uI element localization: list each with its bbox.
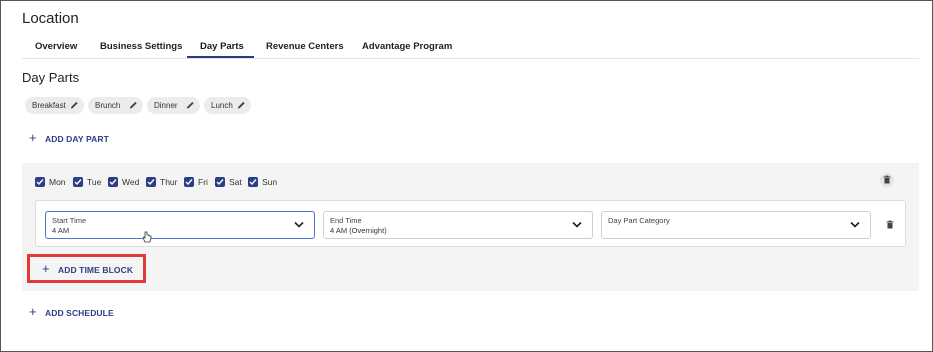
pencil-icon[interactable] [186,100,195,110]
day-label: Wed [122,177,140,187]
schedule-panel: Mon Tue Wed Thur Fri Sat Sun Start Time … [22,163,919,291]
day-label: Sat [229,177,242,187]
tab-advantage-program[interactable]: Advantage Program [362,41,452,52]
day-label: Fri [198,177,208,187]
checkbox-checked-icon[interactable] [146,177,156,187]
plus-icon: + [29,304,37,319]
tab-day-parts[interactable]: Day Parts [200,41,244,52]
chip-label: Dinner [154,101,178,110]
tab-bar: Overview Business Settings Day Parts Rev… [22,37,919,59]
day-label: Sun [262,177,278,187]
chip-dinner[interactable]: Dinner [147,97,200,114]
checkbox-checked-icon[interactable] [184,177,194,187]
day-part-category-select[interactable]: Day Part Category [601,211,871,239]
chip-brunch[interactable]: Brunch [88,97,143,114]
page-title: Location [22,10,79,27]
tab-overview[interactable]: Overview [35,41,77,52]
add-day-part-label: ADD DAY PART [45,134,109,144]
day-label: Tue [87,177,102,187]
pencil-icon[interactable] [70,100,79,110]
time-block: Start Time 4 AM End Time 4 AM (Overnight… [35,200,906,247]
start-time-value: 4 AM [52,226,70,235]
pencil-icon[interactable] [129,100,138,110]
add-schedule-label: ADD SCHEDULE [45,308,114,318]
chip-label: Breakfast [32,101,66,110]
end-time-label: End Time [330,216,362,225]
chip-lunch[interactable]: Lunch [204,97,251,114]
chip-breakfast[interactable]: Breakfast [25,97,84,114]
highlight-box [27,254,146,283]
delete-schedule-trash-icon[interactable] [880,173,894,187]
chevron-down-icon [294,221,304,228]
day-label: Thur [160,177,178,187]
plus-icon: + [29,130,37,145]
start-time-select[interactable]: Start Time 4 AM [45,211,315,239]
hand-cursor-icon [142,231,152,243]
day-part-category-label: Day Part Category [608,216,670,225]
tab-revenue-centers[interactable]: Revenue Centers [266,41,344,52]
end-time-value: 4 AM (Overnight) [330,226,387,235]
chevron-down-icon [850,221,860,228]
chip-label: Brunch [95,101,121,110]
end-time-select[interactable]: End Time 4 AM (Overnight) [323,211,593,239]
day-label: Mon [49,177,66,187]
chevron-down-icon [572,221,582,228]
tab-business-settings[interactable]: Business Settings [100,41,182,52]
start-time-label: Start Time [52,216,87,225]
day-parts-title: Day Parts [22,70,80,85]
page-frame: Location Overview Business Settings Day … [0,0,933,352]
delete-time-block-trash-icon[interactable] [883,218,897,232]
checkbox-checked-icon[interactable] [35,177,45,187]
checkbox-checked-icon[interactable] [108,177,118,187]
checkbox-checked-icon[interactable] [215,177,225,187]
chip-label: Lunch [211,101,233,110]
checkbox-checked-icon[interactable] [248,177,258,187]
pencil-icon[interactable] [237,100,246,110]
active-tab-indicator [187,56,254,58]
checkbox-checked-icon[interactable] [73,177,83,187]
